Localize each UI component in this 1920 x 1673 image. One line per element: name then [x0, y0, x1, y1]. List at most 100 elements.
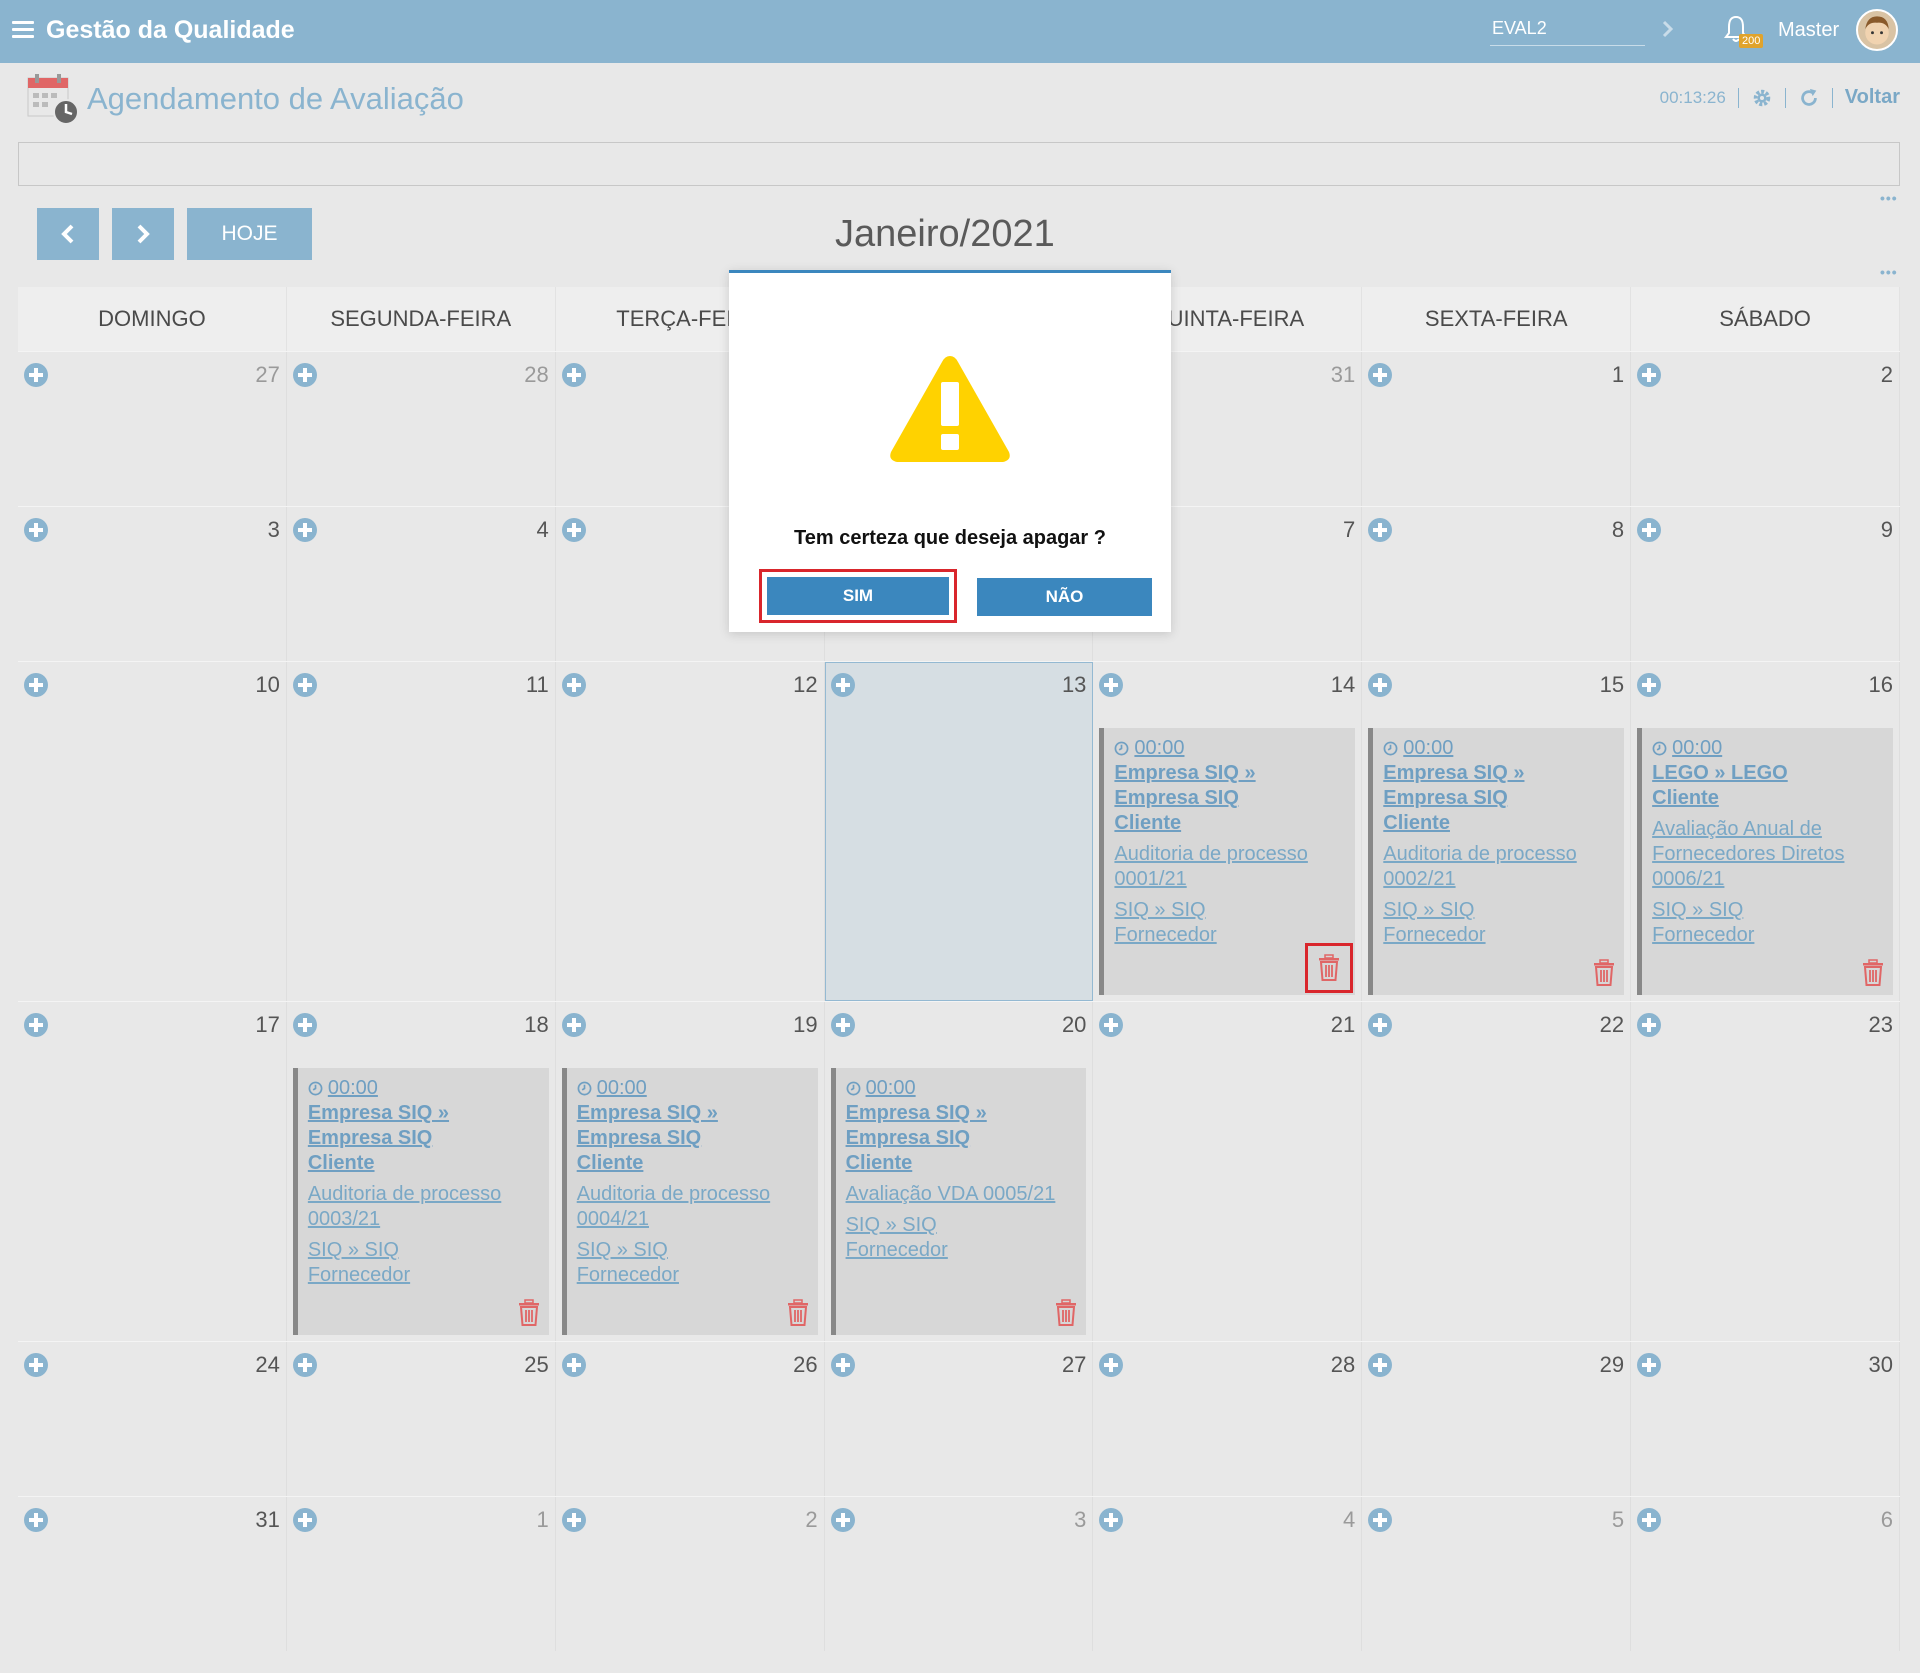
day-cell[interactable]: 3 [824, 1497, 1094, 1651]
back-link[interactable]: Voltar [1845, 86, 1900, 109]
add-event-icon[interactable] [23, 362, 49, 388]
day-cell[interactable]: 16 00:00 LEGO » LEGO Cliente Avaliação Anual… [1631, 662, 1900, 1001]
delete-icon[interactable] [517, 1299, 541, 1327]
day-cell[interactable]: 9 [1631, 507, 1900, 661]
add-event-icon[interactable] [1367, 517, 1393, 543]
user-name[interactable]: Master [1778, 19, 1839, 42]
day-cell[interactable]: 8 [1362, 507, 1632, 661]
add-event-icon[interactable] [1636, 517, 1662, 543]
event-card[interactable]: 00:00 Empresa SIQ » Empresa SIQ Cliente Aud… [561, 1068, 818, 1335]
add-event-icon[interactable] [292, 672, 318, 698]
avatar[interactable] [1856, 9, 1898, 51]
add-event-icon[interactable] [830, 1507, 856, 1533]
chevron-right-icon[interactable] [1660, 16, 1676, 42]
delete-icon[interactable] [1861, 959, 1885, 987]
event-supplier-type[interactable]: Fornecedor [846, 1238, 1077, 1263]
event-time-link[interactable]: 00:00 [1652, 736, 1883, 761]
event-company-type[interactable]: Cliente [1114, 811, 1345, 836]
gear-icon[interactable] [1751, 87, 1773, 109]
event-supplier-link[interactable]: SIQ » SIQ [846, 1213, 1077, 1238]
add-event-icon[interactable] [23, 1352, 49, 1378]
event-time-link[interactable]: 00:00 [1383, 736, 1614, 761]
add-event-icon[interactable] [23, 517, 49, 543]
add-event-icon[interactable] [561, 1012, 587, 1038]
day-cell[interactable]: 25 [286, 1342, 556, 1496]
refresh-icon[interactable] [1798, 87, 1820, 109]
day-cell[interactable]: 4 [286, 507, 556, 661]
event-supplier-link[interactable]: SIQ » SIQ [577, 1238, 808, 1263]
add-event-icon[interactable] [292, 362, 318, 388]
add-event-icon[interactable] [830, 1012, 856, 1038]
day-cell[interactable]: 23 [1631, 1002, 1900, 1341]
environment-select[interactable]: EVAL2 [1490, 18, 1645, 46]
day-cell[interactable]: 12 [555, 662, 825, 1001]
event-supplier-type[interactable]: Fornecedor [1383, 923, 1614, 948]
day-cell[interactable]: 29 [1362, 1342, 1632, 1496]
add-event-icon[interactable] [561, 517, 587, 543]
add-event-icon[interactable] [1636, 1352, 1662, 1378]
delete-icon[interactable] [786, 1299, 810, 1327]
add-event-icon[interactable] [1636, 1507, 1662, 1533]
add-event-icon[interactable] [292, 1352, 318, 1378]
add-event-icon[interactable] [1098, 1507, 1124, 1533]
day-cell[interactable]: 1 [1362, 352, 1632, 506]
add-event-icon[interactable] [23, 1012, 49, 1038]
event-time-link[interactable]: 00:00 [308, 1076, 539, 1101]
delete-icon[interactable] [1305, 943, 1354, 993]
add-event-icon[interactable] [1367, 672, 1393, 698]
event-title-link[interactable]: Auditoria de processo 0002/21 [1383, 842, 1614, 892]
day-cell[interactable]: 27 [824, 1342, 1094, 1496]
event-card[interactable]: 00:00 Empresa SIQ » Empresa SIQ Cliente Aud… [1368, 728, 1625, 995]
add-event-icon[interactable] [1367, 1352, 1393, 1378]
event-supplier-type[interactable]: Fornecedor [577, 1263, 808, 1288]
add-event-icon[interactable] [1367, 1012, 1393, 1038]
add-event-icon[interactable] [830, 672, 856, 698]
menu-icon[interactable] [12, 21, 34, 39]
add-event-icon[interactable] [561, 362, 587, 388]
add-event-icon[interactable] [1098, 1352, 1124, 1378]
today-button[interactable]: HOJE [187, 208, 312, 260]
event-company-link[interactable]: Empresa SIQ » Empresa SIQ [1383, 761, 1614, 811]
confirm-button[interactable]: SIM [767, 577, 949, 615]
day-cell[interactable]: 22 [1362, 1002, 1632, 1341]
add-event-icon[interactable] [292, 1012, 318, 1038]
day-cell[interactable]: 6 [1631, 1497, 1900, 1651]
day-cell[interactable]: 18 00:00 Empresa SIQ » Empresa SIQ Cliente A… [286, 1002, 556, 1341]
add-event-icon[interactable] [1367, 1507, 1393, 1533]
event-company-link[interactable]: LEGO » LEGO [1652, 761, 1883, 786]
day-cell[interactable]: 27 [18, 352, 287, 506]
event-company-type[interactable]: Cliente [846, 1151, 1077, 1176]
event-company-link[interactable]: Empresa SIQ » Empresa SIQ [577, 1101, 808, 1151]
add-event-icon[interactable] [1367, 362, 1393, 388]
day-cell[interactable]: 10 [18, 662, 287, 1001]
more-options-icon[interactable]: ••• [1880, 264, 1898, 280]
add-event-icon[interactable] [1636, 362, 1662, 388]
app-title[interactable]: Gestão da Qualidade [46, 16, 295, 45]
cancel-button[interactable]: NÃO [977, 578, 1152, 616]
event-card[interactable]: 00:00 LEGO » LEGO Cliente Avaliação Anual d… [1637, 728, 1893, 995]
day-cell[interactable]: 2 [555, 1497, 825, 1651]
day-cell[interactable]: 15 00:00 Empresa SIQ » Empresa SIQ Cliente A… [1362, 662, 1632, 1001]
event-card[interactable]: 00:00 Empresa SIQ » Empresa SIQ Cliente Aud… [292, 1068, 549, 1335]
add-event-icon[interactable] [1098, 1012, 1124, 1038]
event-supplier-link[interactable]: SIQ » SIQ [1114, 898, 1345, 923]
day-cell[interactable]: 26 [555, 1342, 825, 1496]
add-event-icon[interactable] [561, 1352, 587, 1378]
event-title-link[interactable]: Auditoria de processo 0004/21 [577, 1182, 808, 1232]
day-cell[interactable]: 28 [1093, 1342, 1363, 1496]
event-company-type[interactable]: Cliente [308, 1151, 539, 1176]
delete-icon[interactable] [1054, 1299, 1078, 1327]
event-title-link[interactable]: Auditoria de processo 0003/21 [308, 1182, 539, 1232]
previous-month-button[interactable] [37, 208, 99, 260]
add-event-icon[interactable] [1636, 672, 1662, 698]
add-event-icon[interactable] [561, 1507, 587, 1533]
event-company-type[interactable]: Cliente [1652, 786, 1883, 811]
event-time-link[interactable]: 00:00 [846, 1076, 1077, 1101]
add-event-icon[interactable] [1636, 1012, 1662, 1038]
add-event-icon[interactable] [561, 672, 587, 698]
day-cell[interactable]: 20 00:00 Empresa SIQ » Empresa SIQ Cliente A… [824, 1002, 1094, 1341]
add-event-icon[interactable] [830, 1352, 856, 1378]
add-event-icon[interactable] [23, 1507, 49, 1533]
event-supplier-link[interactable]: SIQ » SIQ [1652, 898, 1883, 923]
day-cell[interactable]: 24 [18, 1342, 287, 1496]
